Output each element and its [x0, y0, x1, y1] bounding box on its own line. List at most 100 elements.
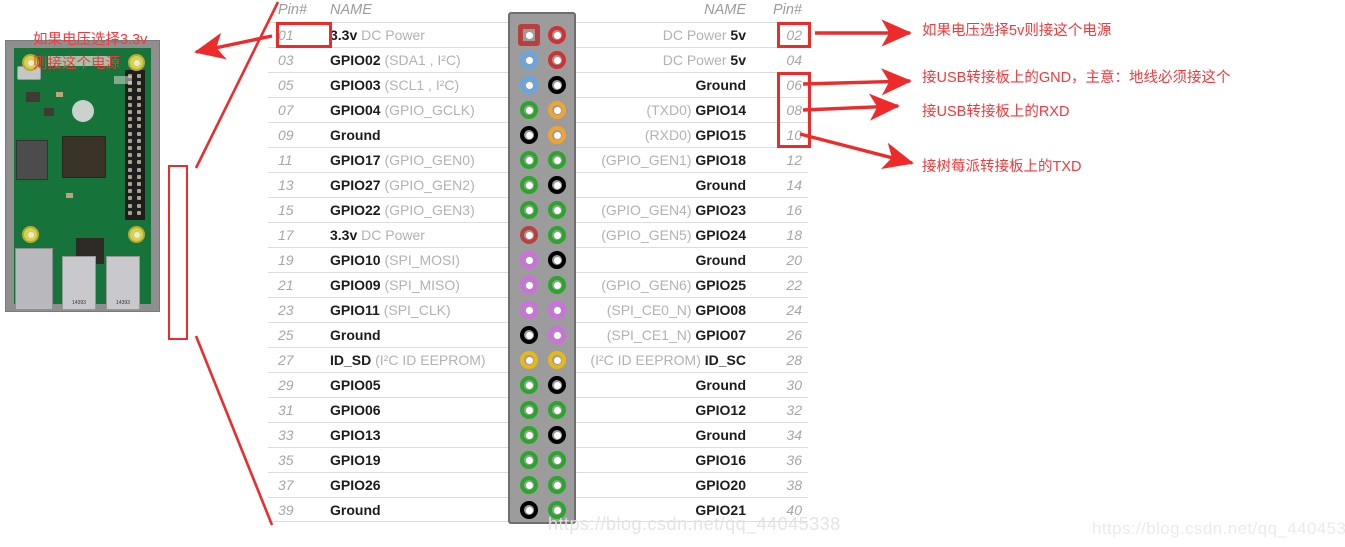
pin-name-right-bold: GPIO07 — [695, 327, 746, 343]
connector-pin-hole — [520, 101, 538, 119]
connector-pin-center — [525, 281, 533, 289]
connector-pin-center — [525, 156, 533, 164]
pin-cell-right: 20 Ground — [566, 248, 808, 273]
pin-name-right: GPIO12 — [695, 402, 746, 418]
connector-pin-center — [553, 281, 561, 289]
pin-name-right: GPIO20 — [695, 477, 746, 493]
pin-cell-right: 16 (GPIO_GEN4) GPIO23 — [566, 198, 808, 223]
connector-pin-pair — [510, 423, 578, 448]
pin-cell-right: 02 DC Power 5v — [566, 23, 808, 48]
connector-pin-center — [553, 231, 561, 239]
pin-name-right-alt: (SPI_CE1_N) — [606, 327, 696, 343]
connector-pin-pair — [510, 73, 578, 98]
pin-name-left: GPIO02 (SDA1 , I²C) — [330, 52, 461, 68]
connector-pin-hole — [520, 76, 538, 94]
pin-cell-left: 11 GPIO17 (GPIO_GEN0) — [268, 148, 510, 173]
board-header-highlight-box — [168, 165, 188, 340]
annotation-txd: 接树莓派转接板上的TXD — [922, 159, 1082, 175]
pin-number-left: 07 — [278, 102, 294, 118]
connector-pin-center — [553, 506, 561, 514]
capacitor-1 — [56, 92, 63, 97]
pin-name-left-bold: ID_SD — [330, 352, 372, 368]
connector-pin-center — [553, 331, 561, 339]
connector-pin-center — [553, 181, 561, 189]
connector-pin-pair — [510, 448, 578, 473]
pin-number-right: 28 — [786, 352, 802, 368]
connector-pin-hole — [548, 201, 566, 219]
connector-pin-hole — [548, 226, 566, 244]
pin-number-right: 18 — [786, 227, 802, 243]
arrow-to-txd-note — [799, 132, 914, 170]
pin-number-right: 26 — [786, 327, 802, 343]
connector-pin-hole — [520, 301, 538, 319]
pin-number-left: 31 — [278, 402, 294, 418]
pin-number-left: 33 — [278, 427, 294, 443]
connector-pin-center — [553, 306, 561, 314]
connector-pin-hole — [548, 176, 566, 194]
pin-name-left-bold: GPIO17 — [330, 152, 381, 168]
pin-name-left-bold: 3.3v — [330, 27, 358, 43]
connector-pin-hole — [548, 51, 566, 69]
pin-cell-left: 05 GPIO03 (SCL1 , I²C) — [268, 73, 510, 98]
connector-pin-hole — [520, 51, 538, 69]
connector-pin-pair — [510, 23, 578, 48]
pin-number-left: 27 — [278, 352, 294, 368]
connector-pin-pair — [510, 198, 578, 223]
pin-name-left: GPIO09 (SPI_MISO) — [330, 277, 460, 293]
pin-number-left: 37 — [278, 477, 294, 493]
pin-name-right-bold: GPIO14 — [695, 102, 746, 118]
connector-pin-center — [525, 456, 533, 464]
pin-name-right: (GPIO_GEN4) GPIO23 — [601, 202, 746, 218]
usb-port-label-1: 14393 — [72, 300, 86, 306]
pin-number-right: 12 — [786, 152, 802, 168]
pin-cell-left: 25 Ground — [268, 323, 510, 348]
pin-name-right: DC Power 5v — [663, 52, 746, 68]
pin-cell-left: 35 GPIO19 — [268, 448, 510, 473]
connector-pin-hole — [548, 376, 566, 394]
connector-pin-center — [553, 456, 561, 464]
connector-pin-hole — [520, 351, 538, 369]
connector-pin-center — [553, 256, 561, 264]
pin-name-right: (GPIO_GEN1) GPIO18 — [601, 152, 746, 168]
connector-pin-center — [553, 106, 561, 114]
pin-name-left: GPIO26 — [330, 477, 381, 493]
connector-pin-center — [525, 131, 533, 139]
connector-pin-hole — [520, 376, 538, 394]
pin-name-right-alt: DC Power — [662, 52, 731, 68]
pin-number-left: 25 — [278, 327, 294, 343]
pin-name-left: GPIO19 — [330, 452, 381, 468]
pin-name-right: (SPI_CE1_N) GPIO07 — [607, 327, 746, 343]
pin-cell-right: 14 Ground — [566, 173, 808, 198]
pin-name-left-bold: 3.3v — [330, 227, 358, 243]
connector-pin-center — [525, 406, 533, 414]
pin-cell-left: 33 GPIO13 — [268, 423, 510, 448]
pin-name-left-alt: (GPIO_GCLK) — [380, 102, 475, 118]
annotation-33v-line2: 则接这个电源 — [33, 56, 120, 72]
connector-pin-pair — [510, 148, 578, 173]
pin-name-right: (TXD0) GPIO14 — [646, 102, 746, 118]
pin-cell-right: 18 (GPIO_GEN5) GPIO24 — [566, 223, 808, 248]
pin-name-right: (SPI_CE0_N) GPIO08 — [607, 302, 746, 318]
pin-name-right-bold: GPIO08 — [695, 302, 746, 318]
pin-name-right-alt: (RXD0) — [644, 127, 696, 143]
connector-pin-pair — [510, 473, 578, 498]
pin-name-left-bold: GPIO06 — [330, 402, 381, 418]
connector-pin-center — [525, 206, 533, 214]
pin-name-right: (RXD0) GPIO15 — [645, 127, 746, 143]
pin-name-right-bold: GPIO23 — [695, 202, 746, 218]
pin-name-left: GPIO05 — [330, 377, 381, 393]
connector-pin-hole — [520, 251, 538, 269]
pin-name-right: GPIO16 — [695, 452, 746, 468]
pcb-surface: 14393 14393 — [14, 48, 151, 310]
pin-name-left-bold: GPIO27 — [330, 177, 381, 193]
pin-name-left: GPIO06 — [330, 402, 381, 418]
pin-name-left-alt: (GPIO_GEN3) — [380, 202, 475, 218]
pin-name-right-bold: GPIO25 — [695, 277, 746, 293]
connector-pin-hole — [548, 426, 566, 444]
pin-name-right-bold: 5v — [730, 52, 746, 68]
connector-pin-center — [553, 381, 561, 389]
annotation-33v-line1: 如果电压选择3.3v — [33, 32, 148, 48]
pin-name-left: GPIO17 (GPIO_GEN0) — [330, 152, 475, 168]
connector-pin-center — [553, 206, 561, 214]
pin-name-left: 3.3v DC Power — [330, 27, 425, 43]
